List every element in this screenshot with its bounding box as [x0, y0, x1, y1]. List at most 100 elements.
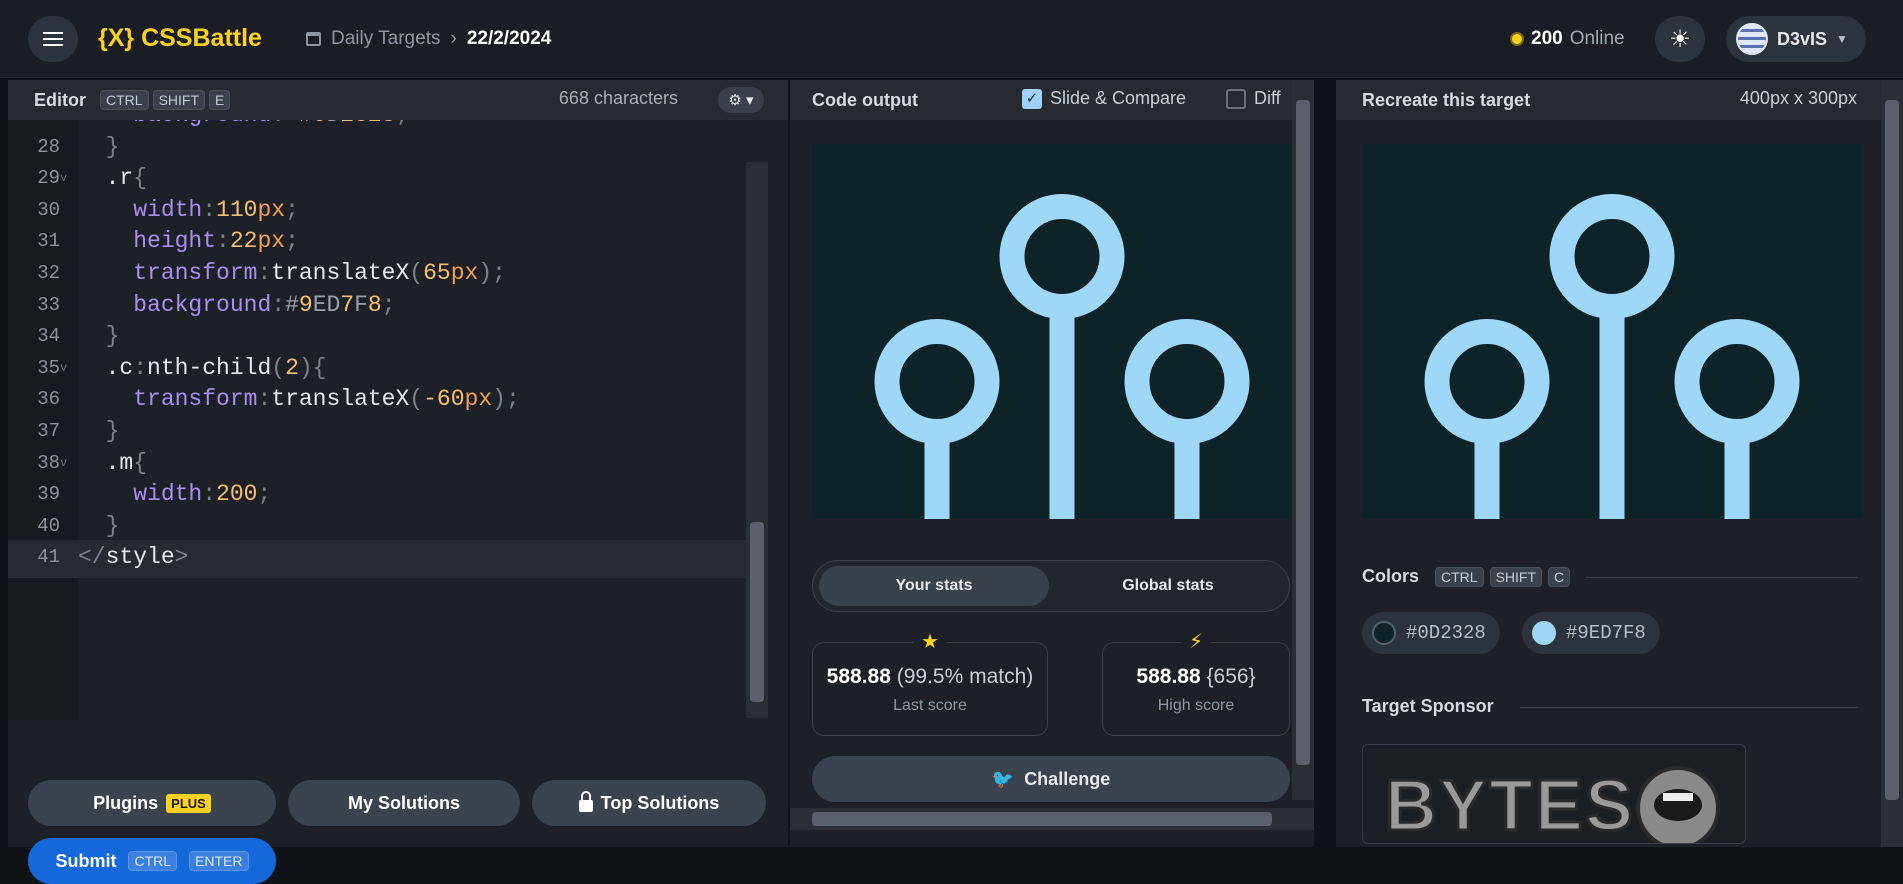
sun-icon: ☀: [1669, 25, 1691, 53]
online-dot-icon: [1510, 32, 1524, 46]
username: D3vIS: [1777, 28, 1828, 49]
online-status: 200 Online: [1510, 28, 1625, 50]
code-text: }: [105, 512, 120, 539]
color-value: #0D2328: [1406, 622, 1486, 644]
shortcut-key: E: [209, 90, 231, 110]
line-number: 31: [37, 230, 60, 253]
shortcut-key: CTRL: [100, 90, 149, 110]
line-number: 40: [37, 514, 60, 537]
shortcut-key: C: [1548, 566, 1571, 587]
scrollbar-thumb[interactable]: [812, 812, 1272, 826]
submit-button[interactable]: Submit CTRL ENTER: [28, 838, 276, 884]
target-canvas[interactable]: [1362, 144, 1862, 519]
output-header: Code output ✓ Slide & Compare Diff: [790, 80, 1314, 120]
top-bar: {X} CSSBattle Daily Targets › 22/2/2024 …: [0, 0, 1903, 78]
line-number: 41: [37, 546, 60, 569]
hamburger-icon: [43, 38, 63, 40]
high-score-value: 588.88: [1136, 665, 1201, 688]
theme-toggle-button[interactable]: ☀: [1655, 16, 1705, 62]
colors-title: Colors CTRL SHIFT C: [1362, 566, 1571, 587]
submit-label: Submit: [55, 850, 117, 871]
color-swatch[interactable]: #9ED7F8: [1522, 612, 1660, 654]
diff-checkbox[interactable]: [1226, 89, 1246, 110]
fold-icon[interactable]: v: [60, 361, 67, 375]
line-number: 36: [37, 388, 60, 411]
code-editor[interactable]: 27 background: #0D2328;28 }29v .r{30 wid…: [8, 120, 768, 720]
user-menu-button[interactable]: D3vIS ▼: [1726, 16, 1866, 62]
line-number: 30: [37, 198, 60, 221]
target-header: Recreate this target 400px x 300px: [1336, 80, 1903, 120]
editor-header: Editor CTRL SHIFT E 668 characters ⚙ ▾: [8, 80, 788, 120]
output-title: Code output: [812, 89, 918, 110]
last-score-card: ★ 588.88 (99.5% match) Last score: [812, 629, 1048, 736]
diff-label: Diff: [1254, 88, 1281, 108]
avatar: [1736, 23, 1768, 55]
code-text: .r{: [78, 165, 148, 192]
menu-button[interactable]: [28, 16, 78, 62]
last-score-label: Last score: [893, 697, 967, 714]
code-text: }: [105, 323, 120, 350]
code-text: .m{: [78, 449, 148, 476]
code-text: background:#9ED7F8;: [133, 291, 396, 318]
breadcrumb-daily-targets[interactable]: Daily Targets: [331, 28, 440, 50]
breadcrumb-date: 22/2/2024: [466, 28, 552, 49]
high-score-card: ⚡ 588.88 {656} High score: [1102, 629, 1290, 736]
scrollbar-thumb[interactable]: [1885, 100, 1899, 800]
code-line[interactable]: 41 </style>: [8, 540, 768, 579]
line-number: 39: [37, 483, 60, 506]
chevron-down-icon: ▼: [1836, 32, 1848, 46]
sponsor-banner[interactable]: BYTES: [1362, 744, 1746, 844]
target-title: Recreate this target: [1362, 89, 1531, 110]
code-text: width:110px;: [133, 196, 299, 223]
character-count: 668 characters: [558, 88, 678, 108]
diff-option[interactable]: Diff: [1226, 88, 1281, 110]
fold-icon[interactable]: v: [60, 171, 67, 185]
twitter-icon: 🐦: [991, 768, 1015, 789]
code-text: transform:translateX(65px);: [133, 260, 506, 286]
target-size: 400px x 300px: [1739, 88, 1857, 108]
tab-global-stats[interactable]: Global stats: [1053, 566, 1283, 606]
color-swatch[interactable]: #0D2328: [1362, 612, 1500, 654]
code-text: transform:translateX(-60px);: [133, 386, 520, 413]
slide-compare-option[interactable]: ✓ Slide & Compare: [1022, 88, 1186, 110]
plugins-button[interactable]: Plugins PLUS: [28, 780, 276, 826]
code-text: .c:nth-child(2){: [78, 354, 327, 381]
my-solutions-button[interactable]: My Solutions: [288, 780, 520, 826]
output-horizontal-scrollbar[interactable]: [790, 808, 1314, 830]
scrollbar-thumb[interactable]: [750, 522, 764, 702]
logo[interactable]: {X} CSSBattle: [98, 24, 262, 53]
code-text: </style>: [78, 544, 189, 571]
divider: [1520, 707, 1858, 708]
mouth-icon: [1636, 766, 1720, 843]
challenge-button[interactable]: 🐦 Challenge: [812, 756, 1290, 802]
color-dot-icon: [1372, 621, 1396, 645]
editor-settings-button[interactable]: ⚙ ▾: [718, 87, 764, 113]
target-render: [1362, 144, 1862, 519]
editor-scrollbar[interactable]: [746, 162, 768, 718]
sponsor-logo: BYTES: [1383, 765, 1636, 844]
fold-icon[interactable]: v: [60, 456, 67, 470]
line-number: 33: [37, 293, 60, 316]
line-number: 27: [24, 120, 60, 126]
target-scrollbar[interactable]: [1881, 80, 1903, 847]
line-number: 37: [37, 420, 60, 442]
editor-title: Editor: [34, 89, 86, 110]
slide-compare-checkbox[interactable]: ✓: [1022, 89, 1042, 110]
line-number: 34: [37, 325, 60, 348]
code-text: width:200;: [133, 481, 272, 508]
scrollbar-thumb[interactable]: [1296, 100, 1310, 765]
top-solutions-button[interactable]: Top Solutions: [532, 780, 766, 826]
lock-icon: [578, 791, 593, 812]
divider: [1586, 577, 1858, 578]
online-count: 200: [1531, 28, 1563, 49]
line-number: 28: [37, 135, 60, 158]
tab-your-stats[interactable]: Your stats: [819, 566, 1049, 606]
last-score-match: (99.5% match): [896, 665, 1034, 688]
calendar-icon: [306, 32, 321, 46]
color-value: #9ED7F8: [1566, 622, 1646, 644]
code-text: background: #0D2328;: [78, 120, 409, 128]
line-number: 35: [37, 356, 60, 379]
code-output-canvas[interactable]: [812, 144, 1312, 519]
star-icon: ★: [913, 629, 947, 654]
output-scrollbar[interactable]: [1292, 80, 1314, 800]
